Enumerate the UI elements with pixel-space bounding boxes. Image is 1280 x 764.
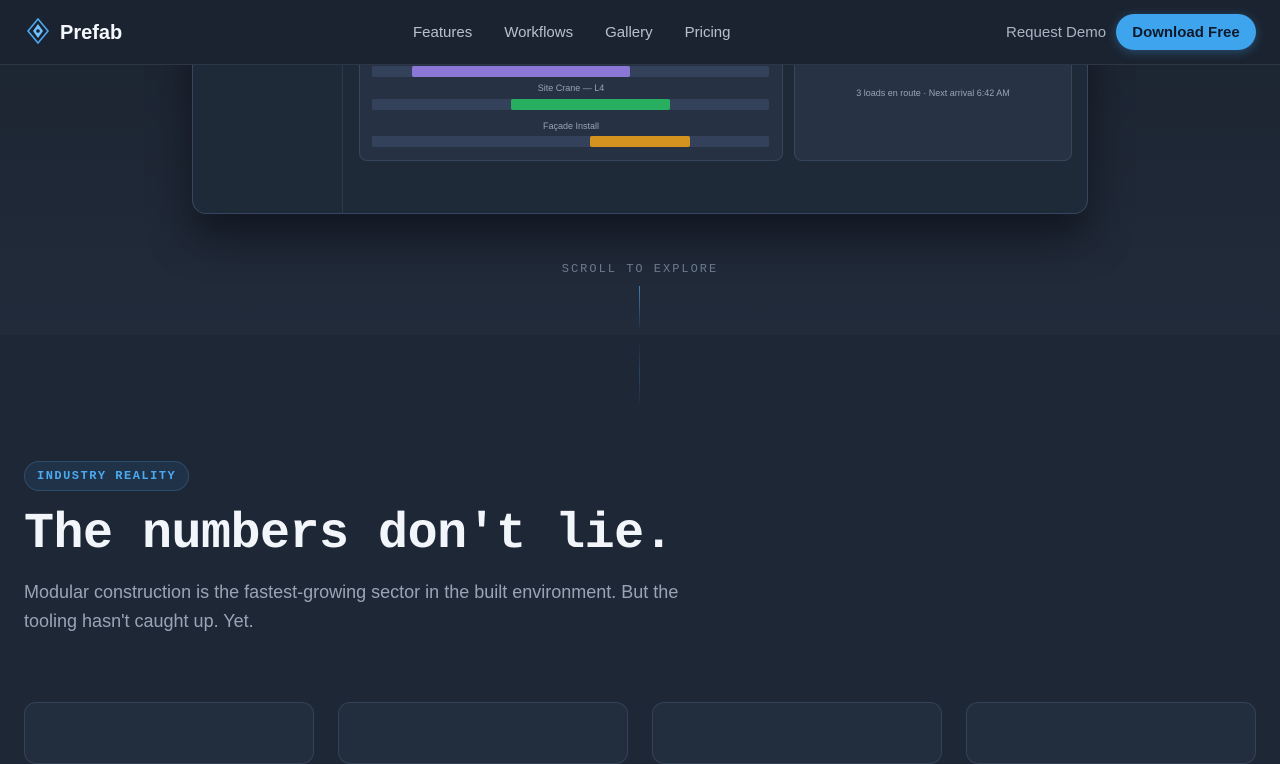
stat-card [652,702,942,764]
stat-card [338,702,628,764]
scroll-cue: SCROLL TO EXPLORE [561,262,719,276]
nav-links: Features Workflows Gallery Pricing [413,24,730,41]
download-free-button[interactable]: Download Free [1116,14,1256,50]
request-demo-link[interactable]: Request Demo [1006,24,1106,41]
scroll-indicator-line [639,286,640,328]
section-title: The numbers don't lie. [24,506,674,563]
scroll-indicator-line [639,344,640,404]
nav-link-pricing[interactable]: Pricing [685,24,731,41]
brand-name: Prefab [60,22,123,44]
gantt-track [372,136,769,147]
top-nav: Prefab Features Workflows Gallery Pricin… [0,0,1280,65]
stat-card [966,702,1256,764]
section-badge: INDUSTRY REALITY [24,461,190,491]
nav-link-workflows[interactable]: Workflows [504,24,573,41]
gantt-label: Site Crane — L4 [537,83,605,93]
gantt-bar [590,136,690,147]
gantt-track [372,66,769,77]
nav-link-gallery[interactable]: Gallery [605,24,653,41]
section-description: Modular construction is the fastest-grow… [24,582,679,631]
logistics-status: 3 loads en route · Next arrival 6:42 AM [856,88,1010,98]
brand[interactable]: Prefab [26,17,123,49]
gantt-bar [412,66,630,77]
gantt-track [372,99,769,110]
gantt-bar [511,99,670,110]
diamond-logo-icon [26,17,50,49]
nav-link-features[interactable]: Features [413,24,472,41]
gantt-label: Façade Install [542,121,600,131]
stat-card [24,702,314,764]
